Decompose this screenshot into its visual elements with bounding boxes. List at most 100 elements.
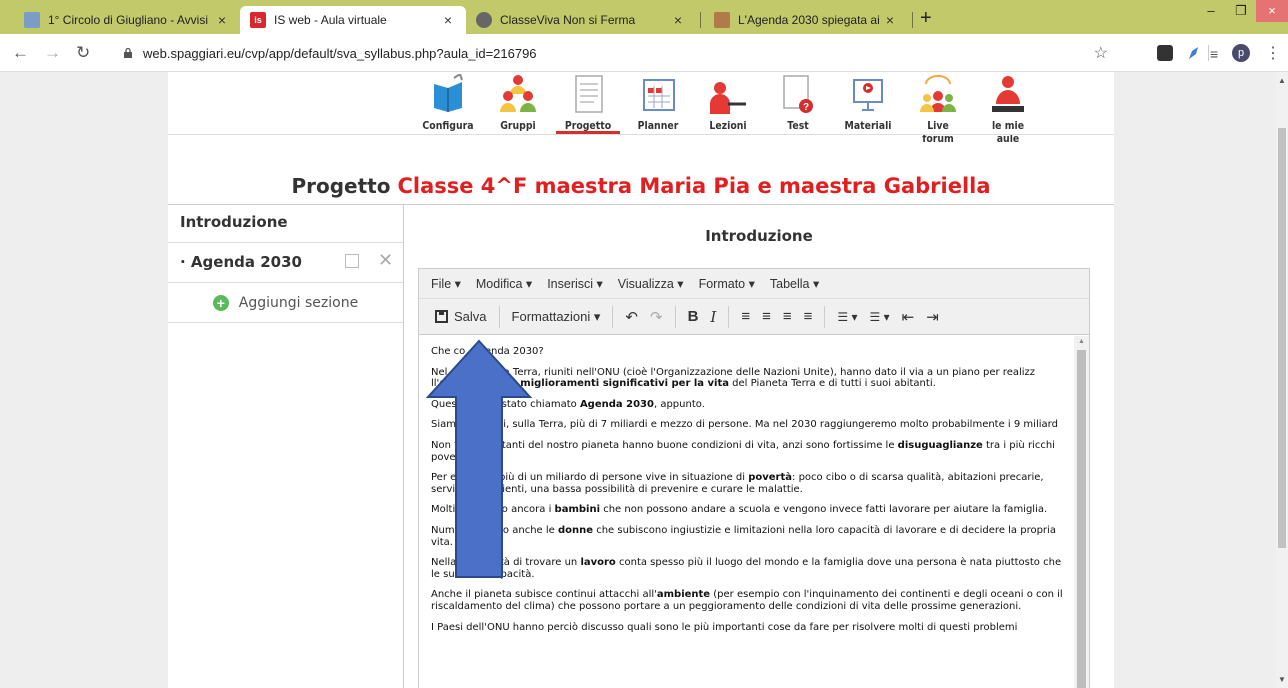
browser-tab[interactable]: 1° Circolo di Giugliano - Avvisi × xyxy=(14,6,240,34)
scroll-down-icon[interactable]: ▼ xyxy=(1278,675,1286,684)
tool-configura[interactable]: Configura xyxy=(416,72,480,132)
reload-icon[interactable]: ↻ xyxy=(76,43,90,63)
tool-label: Lezioni xyxy=(709,119,747,132)
window-close-icon[interactable]: × xyxy=(1256,0,1288,22)
doc-text: I Paesi dell'ONU hanno perciò discusso q… xyxy=(431,621,1018,633)
teacher-icon xyxy=(710,82,746,114)
tab-close-icon[interactable]: × xyxy=(214,12,230,28)
edit-icon[interactable] xyxy=(345,254,359,268)
quiz-icon: ? xyxy=(783,75,813,113)
editor-menubar: File ▾ Modifica ▾ Inserisci ▾ Visualizza ▾ F… xyxy=(419,269,1089,299)
toolbar-separator xyxy=(1208,45,1209,61)
redo-icon[interactable]: ↷ xyxy=(650,308,663,326)
bold-icon[interactable]: B xyxy=(688,308,699,325)
save-label: Salva xyxy=(454,309,487,324)
editor-menu-item[interactable]: Formato ▾ xyxy=(699,276,755,291)
profile-avatar[interactable]: p xyxy=(1232,44,1250,62)
tool-label: Test xyxy=(787,119,809,132)
doc-bold-text: ambiente xyxy=(656,589,711,601)
tab-title: ClasseViva Non si Ferma xyxy=(500,13,636,27)
section-item-label: · Agenda 2030 xyxy=(180,253,302,271)
tool-planner[interactable]: Planner xyxy=(626,72,690,132)
editor-toolbar: Salva Formattazioni ▾ ↶ ↷ B I ≡ ≡ ≡ ≡ ☰ … xyxy=(419,299,1089,335)
tool-materiali[interactable]: Materiali xyxy=(836,72,900,132)
url-text: web.spaggiari.eu/cvp/app/default/sva_syl… xyxy=(143,45,537,61)
tab-separator xyxy=(912,12,913,28)
reading-list-icon[interactable]: ≡ xyxy=(1210,44,1218,64)
lock-icon xyxy=(124,48,132,58)
tool-progetto[interactable]: Progetto xyxy=(556,72,620,132)
tab-close-icon[interactable]: × xyxy=(440,12,456,28)
save-button[interactable]: Salva xyxy=(429,305,493,328)
page-scrollbar[interactable]: ▲ ▼ xyxy=(1276,72,1288,688)
editor-menu-item[interactable]: Inserisci ▾ xyxy=(547,276,603,291)
doc-bold-text: disuguaglianze xyxy=(897,439,983,451)
align-center-icon[interactable]: ≡ xyxy=(762,308,771,325)
italic-icon[interactable]: I xyxy=(710,308,716,326)
section-introduction[interactable]: Introduzione xyxy=(168,205,403,243)
delete-icon[interactable]: ✕ xyxy=(378,250,393,271)
toolbar-separator xyxy=(612,305,614,328)
doc-bold-text: bambini xyxy=(554,504,601,516)
tab-close-icon[interactable]: × xyxy=(670,12,686,28)
forward-icon[interactable]: → xyxy=(44,43,61,63)
document-icon xyxy=(575,75,603,113)
tool-gruppi[interactable]: Gruppi xyxy=(486,72,550,132)
forum-icon xyxy=(920,75,956,112)
new-tab-button[interactable]: + xyxy=(920,8,932,28)
project-name: Classe 4^F maestra Maria Pia e maestra G… xyxy=(397,174,991,198)
floppy-disk-icon xyxy=(435,310,448,323)
add-section-button[interactable]: + Aggiungi sezione xyxy=(168,283,403,323)
group-icon xyxy=(500,75,536,112)
bullet-list-icon[interactable]: ☰ ▾ xyxy=(837,310,857,324)
browser-tab-active[interactable]: is IS web - Aula virtuale × xyxy=(240,6,466,34)
page-scroll-thumb[interactable] xyxy=(1278,128,1286,548)
outdent-icon[interactable]: ⇤ xyxy=(902,308,915,326)
editor-menu-item[interactable]: File ▾ xyxy=(431,276,461,291)
address-bar[interactable]: web.spaggiari.eu/cvp/app/default/sva_syl… xyxy=(115,40,1120,66)
formats-dropdown[interactable]: Formattazioni ▾ xyxy=(506,305,607,329)
site-favicon-icon xyxy=(714,12,730,28)
tool-test[interactable]: ? Test xyxy=(766,72,830,132)
tool-label: Gruppi xyxy=(500,119,536,132)
tool-label: le mie aule xyxy=(991,119,1025,145)
align-right-icon[interactable]: ≡ xyxy=(783,308,792,325)
undo-icon[interactable]: ↶ xyxy=(625,308,638,326)
doc-bold-text: lavoro xyxy=(580,557,616,569)
editor-scroll-thumb[interactable] xyxy=(1077,350,1086,688)
scroll-up-icon[interactable]: ▲ xyxy=(1078,338,1085,345)
doc-text: , appunto. xyxy=(653,398,705,410)
editor-menu-item[interactable]: Modifica ▾ xyxy=(476,276,532,291)
menu-kebab-icon[interactable]: ⋮ xyxy=(1265,43,1281,63)
presentation-icon xyxy=(853,79,883,111)
align-left-icon[interactable]: ≡ xyxy=(741,308,750,325)
browser-tab-strip: 1° Circolo di Giugliano - Avvisi × is IS… xyxy=(0,0,1288,34)
minimize-icon[interactable]: – xyxy=(1196,0,1226,22)
page-title: Progetto Classe 4^F maestra Maria Pia e … xyxy=(168,174,1114,198)
justify-icon[interactable]: ≡ xyxy=(804,308,813,325)
tool-lezioni[interactable]: Lezioni xyxy=(696,72,760,132)
editor-menu-item[interactable]: Tabella ▾ xyxy=(770,276,819,291)
editor-menu-item[interactable]: Visualizza ▾ xyxy=(618,276,684,291)
pdf-extension-icon[interactable] xyxy=(1157,45,1173,61)
project-prefix: Progetto xyxy=(291,174,391,198)
page-viewport: Configura Gruppi Progetto Planner Lezion… xyxy=(0,72,1276,688)
tab-close-icon[interactable]: × xyxy=(882,12,898,28)
scroll-up-icon[interactable]: ▲ xyxy=(1278,76,1286,85)
pen-extension-icon[interactable] xyxy=(1186,45,1202,61)
site-favicon-icon xyxy=(24,12,40,28)
section-item[interactable]: · Agenda 2030 ✕ xyxy=(168,243,403,283)
indent-icon[interactable]: ⇥ xyxy=(926,308,939,326)
browser-toolbar: ← → ↻ web.spaggiari.eu/cvp/app/default/s… xyxy=(0,34,1288,72)
doc-text: della Terra, riuniti nell'ONU (cioè l'Or… xyxy=(447,366,1036,378)
browser-tab[interactable]: ClasseViva Non si Ferma × xyxy=(466,6,696,34)
bookmark-star-icon[interactable]: ☆ xyxy=(1094,43,1108,63)
numbered-list-icon[interactable]: ☰ ▾ xyxy=(870,310,890,324)
browser-tab[interactable]: L'Agenda 2030 spiegata ai bamb × xyxy=(704,6,908,34)
tab-separator xyxy=(700,12,701,28)
tab-title: 1° Circolo di Giugliano - Avvisi xyxy=(48,13,208,27)
back-icon[interactable]: ← xyxy=(12,43,29,63)
restore-icon[interactable]: ❐ xyxy=(1226,0,1256,22)
editor-scrollbar[interactable]: ▲ xyxy=(1074,336,1089,688)
add-section-label: Aggiungi sezione xyxy=(238,294,359,311)
